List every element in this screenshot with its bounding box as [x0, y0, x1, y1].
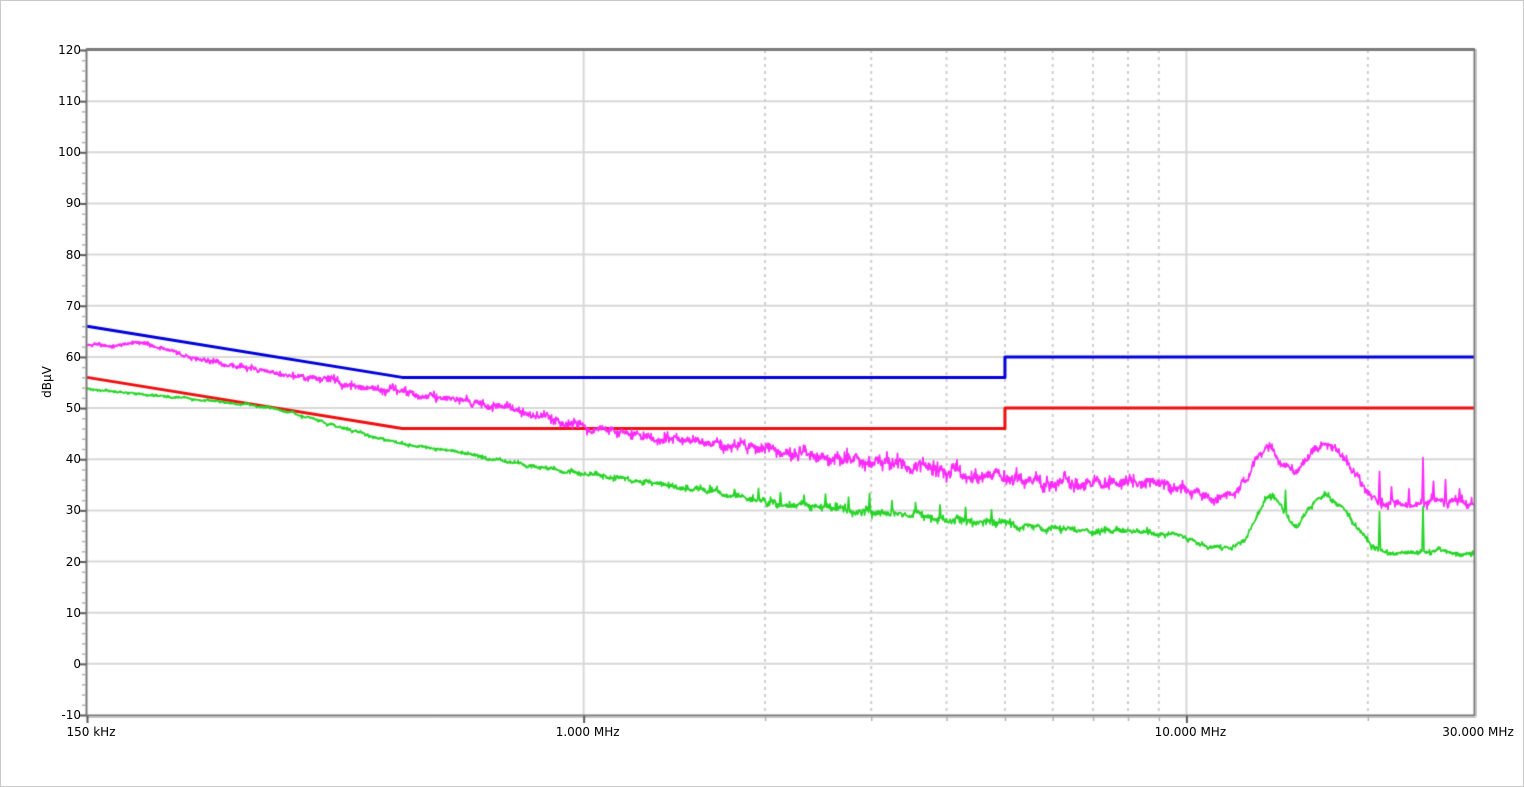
y-tick-label-60: 60	[65, 349, 81, 364]
x-tick-label-30.000-MHz: 30.000 MHz	[1442, 725, 1514, 739]
spectrum-plot-canvas	[1, 1, 1523, 786]
y-tick-label-40: 40	[65, 452, 81, 467]
x-tick-label-10.000-MHz: 10.000 MHz	[1154, 725, 1227, 739]
y-tick-label-120: 120	[58, 43, 81, 57]
y-tick-label-90: 90	[65, 196, 81, 211]
x-tick-label-150-kHz: 150 kHz	[66, 725, 116, 739]
y-tick-label-100: 100	[58, 145, 81, 160]
y-tick-label-0: 0	[73, 656, 81, 671]
emc-spectrum-view: dBµV 120 110 100 90 80 70 60 50 40 30 20 10 0 -10 150…	[0, 0, 1524, 787]
y-tick-label-70: 70	[65, 298, 81, 313]
y-tick-label--10: -10	[61, 708, 81, 722]
y-tick-label-20: 20	[65, 554, 81, 569]
y-tick-label-80: 80	[65, 247, 81, 262]
y-tick-label-110: 110	[58, 94, 81, 109]
y-tick-label-30: 30	[65, 503, 81, 518]
y-axis-unit-label: dBµV	[40, 366, 54, 398]
y-tick-label-50: 50	[65, 401, 81, 416]
y-tick-label-10: 10	[65, 605, 81, 620]
x-tick-label-1.000-MHz: 1.000 MHz	[555, 725, 620, 739]
